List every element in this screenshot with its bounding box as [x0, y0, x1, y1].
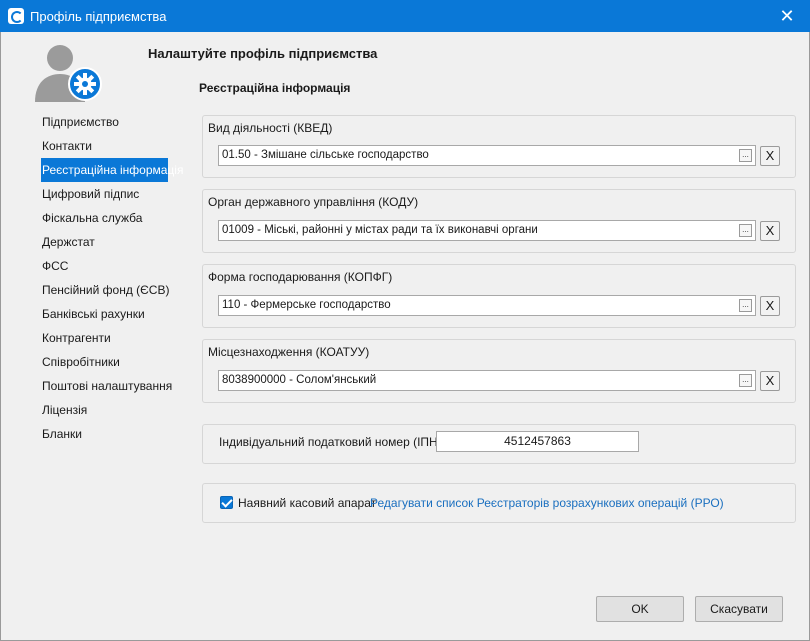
kopfg-clear-button[interactable]: X [760, 296, 780, 316]
sidebar-item-digital-signature[interactable]: Цифровий підпис [41, 182, 171, 206]
browse-icon[interactable]: ... [739, 299, 752, 312]
kodu-label: Орган державного управління (КОДУ) [208, 195, 419, 209]
ipn-label: Індивідуальний податковий номер (ІПН): [219, 435, 446, 449]
kved-label: Вид діяльності (КВЕД) [208, 121, 333, 135]
app-icon [8, 8, 24, 24]
kved-group: Вид діяльності (КВЕД) 01.50 - Змішане сі… [202, 115, 796, 178]
close-icon[interactable]: ✕ [764, 0, 810, 32]
window-title: Профіль підприємства [30, 9, 167, 24]
dialog-body: Налаштуйте профіль підприємства Реєстрац… [0, 32, 810, 641]
sidebar-item-registration[interactable]: Реєстраційна інформація [41, 158, 183, 182]
sidebar-item-forms[interactable]: Бланки [41, 422, 171, 446]
kopfg-group: Форма господарювання (КОПФГ) 110 - Ферме… [202, 264, 796, 328]
sidebar-item-pension-fund[interactable]: Пенсійний фонд (ЄСВ) [41, 278, 171, 302]
browse-icon[interactable]: ... [739, 374, 752, 387]
sidebar-item-bank-accounts[interactable]: Банківські рахунки [41, 302, 171, 326]
sidebar-item-derzhstat[interactable]: Держстат [41, 230, 171, 254]
kopfg-label: Форма господарювання (КОПФГ) [208, 270, 393, 284]
edit-rro-link[interactable]: Редагувати список Реєстраторів розрахунк… [370, 496, 724, 510]
kved-clear-button[interactable]: X [760, 146, 780, 166]
sidebar-item-counterparties[interactable]: Контрагенти [41, 326, 171, 350]
page-title: Налаштуйте профіль підприємства [148, 46, 378, 61]
user-settings-icon [35, 45, 102, 102]
sidebar-item-contacts[interactable]: Контакти [41, 134, 171, 158]
koatuu-field[interactable]: 8038900000 - Солом'янський ... [218, 370, 756, 391]
kved-field[interactable]: 01.50 - Змішане сільське господарство ..… [218, 145, 756, 166]
section-title: Реєстраційна інформація [199, 81, 351, 95]
kved-value: 01.50 - Змішане сільське господарство [222, 149, 429, 161]
cash-register-group: Наявний касовий апарат Редагувати список… [202, 483, 796, 523]
koatuu-value: 8038900000 - Солом'янський [222, 374, 377, 386]
sidebar-item-mail-settings[interactable]: Поштові налаштування [41, 374, 172, 398]
kodu-group: Орган державного управління (КОДУ) 01009… [202, 189, 796, 253]
kopfg-field[interactable]: 110 - Фермерське господарство ... [218, 295, 756, 316]
kopfg-value: 110 - Фермерське господарство [222, 299, 391, 311]
ipn-input[interactable]: 4512457863 [436, 431, 639, 452]
sidebar-item-license[interactable]: Ліцензія [41, 398, 171, 422]
browse-icon[interactable]: ... [739, 149, 752, 162]
sidebar-item-fiscal-service[interactable]: Фіскальна служба [41, 206, 171, 230]
kodu-clear-button[interactable]: X [760, 221, 780, 241]
kodu-value: 01009 - Міські, районні у містах ради та… [222, 224, 538, 236]
title-bar: Профіль підприємства ✕ [0, 0, 810, 32]
browse-icon[interactable]: ... [739, 224, 752, 237]
sidebar-item-enterprise[interactable]: Підприємство [41, 110, 171, 134]
cancel-button[interactable]: Скасувати [695, 596, 783, 622]
sidebar-nav: Підприємство Контакти Реєстраційна інфор… [41, 110, 183, 446]
cash-register-checkbox[interactable] [220, 496, 233, 509]
koatuu-group: Місцезнаходження (КОАТУУ) 8038900000 - С… [202, 339, 796, 403]
ok-button[interactable]: OK [596, 596, 684, 622]
koatuu-clear-button[interactable]: X [760, 371, 780, 391]
kodu-field[interactable]: 01009 - Міські, районні у містах ради та… [218, 220, 756, 241]
sidebar-item-fss[interactable]: ФСС [41, 254, 171, 278]
sidebar-item-employees[interactable]: Співробітники [41, 350, 171, 374]
ipn-group: Індивідуальний податковий номер (ІПН): 4… [202, 424, 796, 464]
koatuu-label: Місцезнаходження (КОАТУУ) [208, 345, 370, 359]
cash-register-label[interactable]: Наявний касовий апарат [238, 496, 376, 510]
